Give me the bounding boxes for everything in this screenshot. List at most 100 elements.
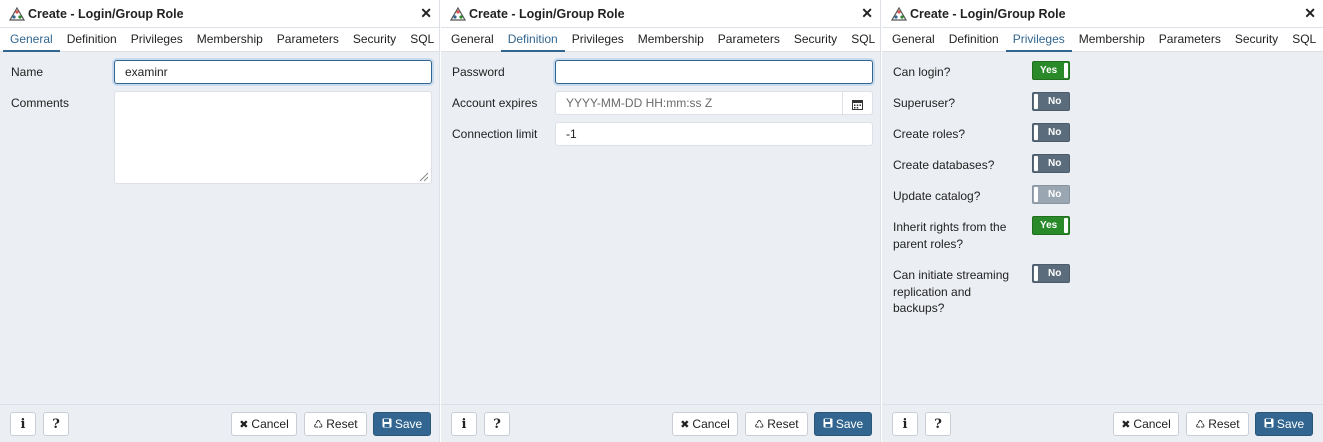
tab-definition[interactable]: Definition [500, 28, 565, 52]
name-row: Name examinr [11, 60, 432, 84]
password-input[interactable] [555, 60, 873, 84]
close-icon[interactable]: ✕ [420, 6, 432, 20]
floppy-disk-icon [382, 418, 392, 431]
resize-grip-icon[interactable] [419, 171, 429, 182]
dialog-title: Create - Login/Group Role [469, 6, 625, 21]
dialog-titlebar: Create - Login/Group Role ✕ [0, 0, 439, 28]
inherit-toggle[interactable]: Yes [1032, 216, 1070, 235]
create-roles-toggle[interactable]: No [1032, 123, 1070, 142]
account-expires-label: Account expires [452, 96, 538, 110]
save-button[interactable]: Save [1255, 412, 1313, 436]
can-login-toggle[interactable]: Yes [1032, 61, 1070, 80]
tab-privileges[interactable]: Privileges [1005, 28, 1072, 52]
tab-membership[interactable]: Membership [631, 28, 711, 52]
tab-security[interactable]: Security [346, 28, 403, 52]
privilege-label: Update catalog? [893, 189, 981, 203]
tab-parameters[interactable]: Parameters [711, 28, 787, 52]
close-icon[interactable]: ✕ [1304, 6, 1316, 20]
dialog-titlebar: Create - Login/Group Role ✕ [441, 0, 880, 28]
account-expires-placeholder: YYYY-MM-DD HH:mm:ss Z [566, 96, 713, 110]
tab-privileges[interactable]: Privileges [124, 28, 190, 52]
name-input[interactable]: examinr [114, 60, 432, 84]
reset-label: Reset [326, 417, 358, 431]
tab-sql[interactable]: SQL [844, 28, 882, 52]
account-expires-input[interactable]: YYYY-MM-DD HH:mm:ss Z [555, 91, 873, 116]
dialog-footer: i ? ✖ Cancel ♺ Reset Save [441, 404, 880, 442]
tab-sql[interactable]: SQL [1285, 28, 1323, 52]
save-label: Save [835, 417, 864, 431]
floppy-disk-icon [1264, 418, 1274, 431]
password-label: Password [452, 65, 505, 79]
tab-membership[interactable]: Membership [1072, 28, 1152, 52]
reset-button[interactable]: ♺ Reset [745, 412, 808, 436]
save-label: Save [394, 417, 423, 431]
help-button[interactable]: ? [484, 412, 510, 436]
connection-limit-input[interactable]: -1 [555, 122, 873, 146]
dialog-definition: Create - Login/Group Role ✕ General Defi… [441, 0, 881, 442]
info-button[interactable]: i [451, 412, 477, 436]
superuser-toggle[interactable]: No [1032, 92, 1070, 111]
pgadmin-role-icon [449, 6, 467, 21]
account-expires-row: Account expires YYYY-MM-DD HH:mm:ss Z [452, 91, 873, 116]
reset-label: Reset [767, 417, 799, 431]
tab-privileges[interactable]: Privileges [565, 28, 631, 52]
privilege-label: Can initiate streaming replication and b… [893, 268, 1010, 315]
info-button[interactable]: i [10, 412, 36, 436]
name-label: Name [11, 65, 44, 79]
create-databases-toggle[interactable]: No [1032, 154, 1070, 173]
privilege-label: Create roles? [893, 127, 966, 141]
close-icon[interactable]: ✕ [861, 6, 873, 20]
pgadmin-role-icon [890, 6, 908, 21]
tab-security[interactable]: Security [787, 28, 844, 52]
calendar-icon[interactable] [842, 92, 872, 116]
connection-limit-label: Connection limit [452, 127, 538, 141]
privilege-label: Inherit rights from the parent roles? [893, 220, 1007, 251]
save-label: Save [1276, 417, 1305, 431]
info-button[interactable]: i [892, 412, 918, 436]
tab-definition[interactable]: Definition [942, 28, 1006, 52]
pgadmin-role-icon [8, 6, 26, 21]
dialog-general: Create - Login/Group Role ✕ General Defi… [0, 0, 440, 442]
password-row: Password [452, 60, 873, 84]
tab-membership[interactable]: Membership [190, 28, 270, 52]
dialog-privileges: Create - Login/Group Role ✕ General Defi… [882, 0, 1323, 442]
cancel-button[interactable]: ✖ Cancel [672, 412, 738, 436]
cancel-button[interactable]: ✖ Cancel [1113, 412, 1179, 436]
dialog-title: Create - Login/Group Role [28, 6, 184, 21]
tab-general[interactable]: General [444, 28, 501, 52]
tab-security[interactable]: Security [1228, 28, 1285, 52]
comments-textarea[interactable] [114, 91, 432, 184]
comments-label: Comments [11, 96, 70, 110]
tab-definition[interactable]: Definition [60, 28, 124, 52]
privilege-label: Create databases? [893, 158, 995, 172]
dialog-titlebar: Create - Login/Group Role ✕ [882, 0, 1323, 28]
floppy-disk-icon [823, 418, 833, 431]
tab-bar: General Definition Privileges Membership… [441, 28, 880, 52]
x-icon: ✖ [1121, 418, 1131, 431]
cancel-label: Cancel [1133, 417, 1171, 431]
reset-button[interactable]: ♺ Reset [1186, 412, 1249, 436]
cancel-label: Cancel [251, 417, 289, 431]
cancel-button[interactable]: ✖ Cancel [231, 412, 297, 436]
help-button[interactable]: ? [43, 412, 69, 436]
dialog-body: Name examinr Comments [0, 53, 439, 404]
tab-sql[interactable]: SQL [403, 28, 441, 52]
cancel-label: Cancel [692, 417, 730, 431]
recycle-icon: ♺ [1195, 418, 1206, 431]
save-button[interactable]: Save [814, 412, 872, 436]
help-button[interactable]: ? [925, 412, 951, 436]
dialog-footer: i ? ✖ Cancel ♺ Reset Save [0, 404, 439, 442]
replication-toggle[interactable]: No [1032, 264, 1070, 283]
tab-bar: General Definition Privileges Membership… [0, 28, 439, 52]
tab-parameters[interactable]: Parameters [270, 28, 346, 52]
save-button[interactable]: Save [373, 412, 431, 436]
tab-parameters[interactable]: Parameters [1152, 28, 1228, 52]
reset-button[interactable]: ♺ Reset [304, 412, 367, 436]
tab-general[interactable]: General [3, 28, 60, 52]
privilege-label: Can login? [893, 65, 951, 79]
comments-row: Comments [11, 91, 432, 184]
recycle-icon: ♺ [754, 418, 765, 431]
connection-limit-row: Connection limit -1 [452, 122, 873, 146]
x-icon: ✖ [680, 418, 690, 431]
tab-general[interactable]: General [885, 28, 942, 52]
